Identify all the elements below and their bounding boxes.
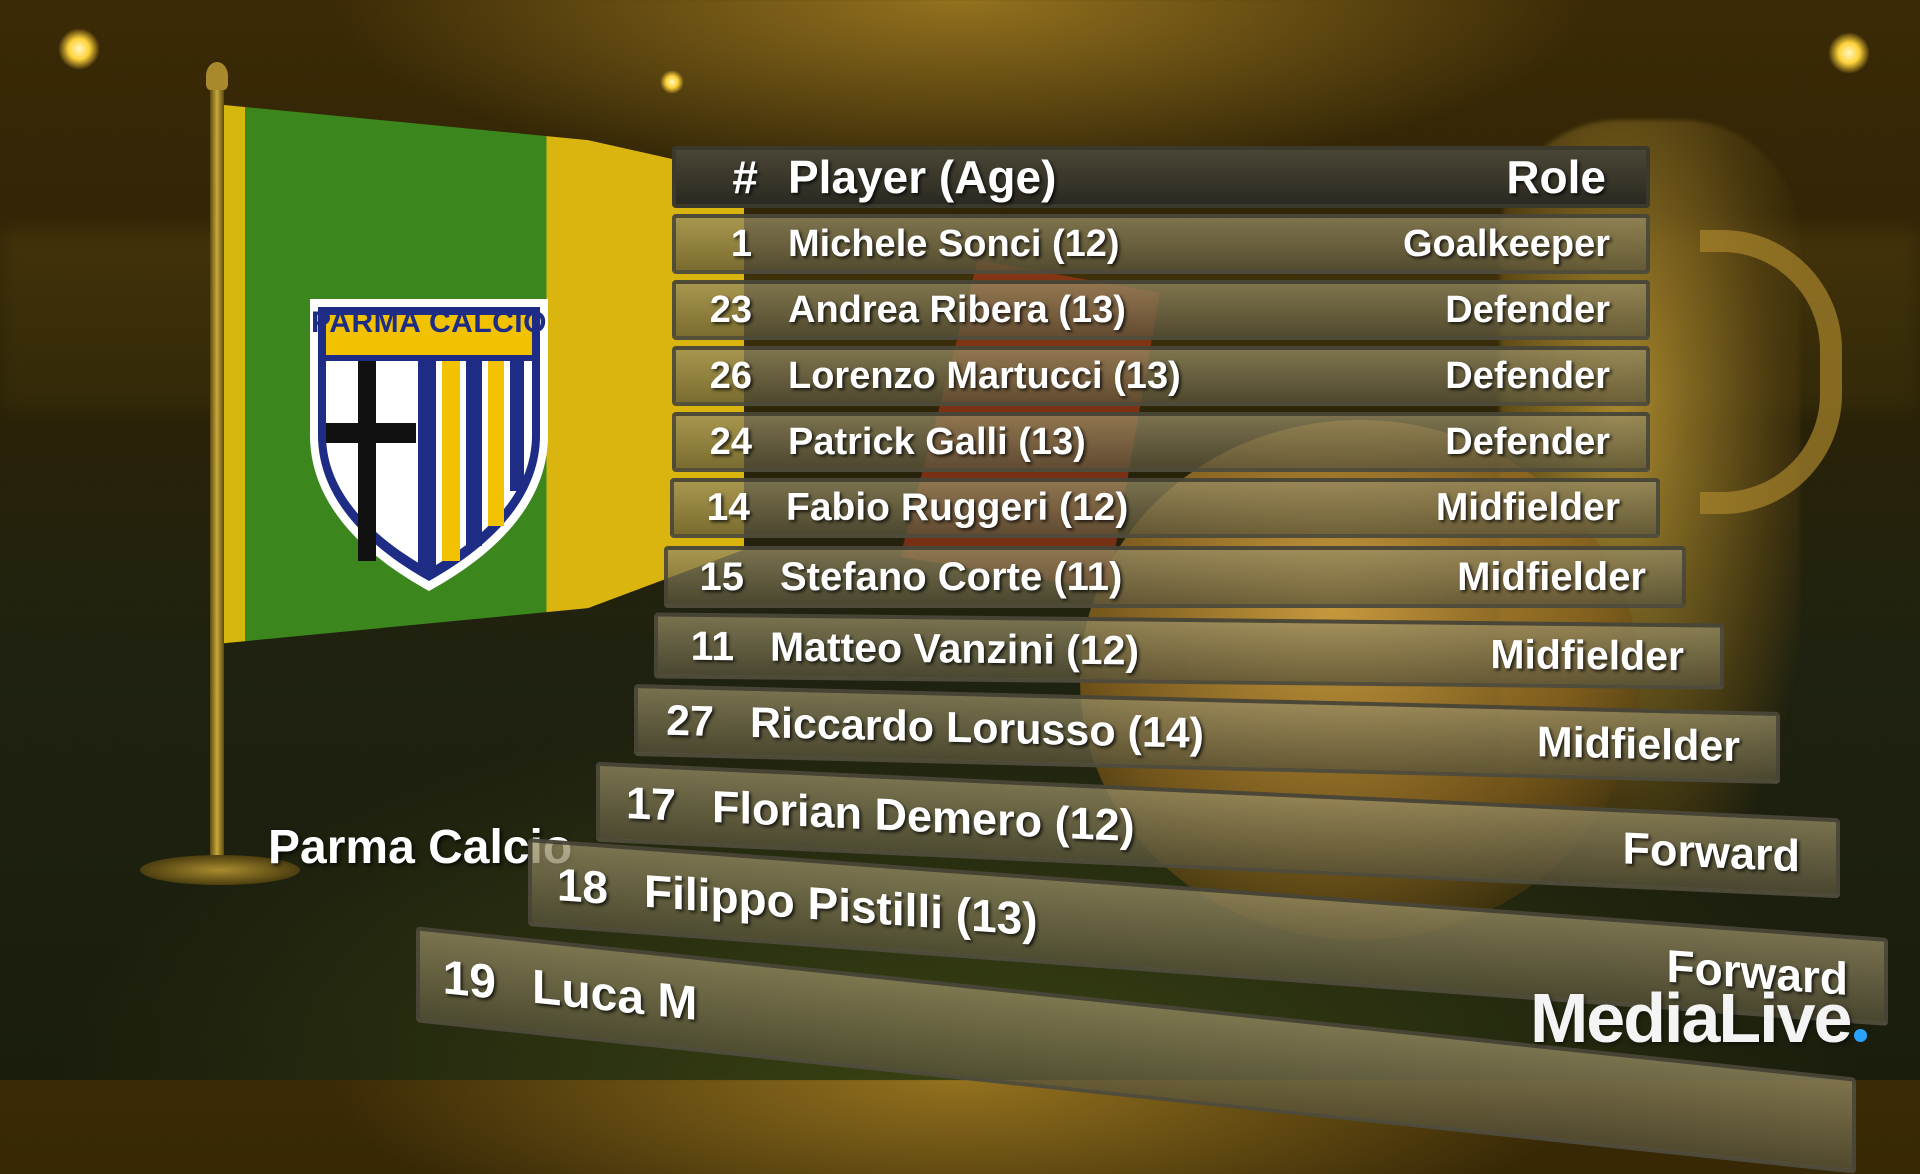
stadium-light-icon (58, 28, 100, 70)
header-role: Role (1506, 151, 1606, 203)
table-row: 24 Patrick Galli (13) Defender (672, 412, 1650, 472)
table-row: 14 Fabio Ruggeri (12) Midfielder (670, 478, 1660, 538)
row-number: 23 (709, 288, 752, 331)
table-row: 26 Lorenzo Martucci (13) Defender (672, 346, 1650, 406)
row-number: 11 (690, 622, 734, 669)
row-player: Stefano Corte (11) (780, 554, 1123, 599)
row-number: 18 (556, 858, 608, 914)
row-number: 27 (666, 696, 714, 746)
stadium-light-icon (660, 70, 684, 94)
row-number: 24 (709, 420, 752, 463)
row-player: Lorenzo Martucci (13) (788, 354, 1181, 397)
watermark-dot-icon (1854, 1029, 1868, 1042)
flag-pole-finial (206, 62, 228, 90)
stadium-light-icon (1828, 32, 1870, 74)
row-player: Andrea Ribera (13) (788, 288, 1126, 331)
row-player: Matteo Vanzini (12) (770, 623, 1140, 673)
row-number: 19 (442, 950, 496, 1010)
flag-pole (210, 80, 224, 860)
table-row: 15 Stefano Corte (11) Midfielder (664, 546, 1686, 608)
watermark-text: MediaLive (1530, 979, 1852, 1057)
team-name-caption: Parma Calcio (268, 821, 573, 874)
row-number: 15 (699, 554, 745, 599)
row-role: Defender (1445, 354, 1610, 397)
table-row: 23 Andrea Ribera (13) Defender (672, 280, 1650, 340)
row-number: 17 (625, 777, 676, 831)
parma-crest-icon (310, 299, 548, 591)
table-row: 11 Matteo Vanzini (12) Midfielder (654, 612, 1724, 690)
table-row: 1 Michele Sonci (12) Goalkeeper (672, 214, 1650, 274)
row-role: Midfielder (1490, 630, 1684, 679)
medialive-watermark: MediaLive (1530, 978, 1868, 1058)
header-player: Player (Age) (788, 151, 1057, 203)
row-role: Forward (1622, 822, 1800, 882)
row-player: Luca M (532, 960, 698, 1031)
row-role: Defender (1445, 420, 1610, 463)
row-role: Goalkeeper (1403, 222, 1610, 265)
table-header: # Player (Age) Role (672, 146, 1650, 208)
row-player: Michele Sonci (12) (788, 222, 1120, 265)
row-player: Riccardo Lorusso (14) (750, 698, 1204, 758)
row-player: Filippo Pistilli (13) (644, 864, 1038, 946)
row-number: 14 (706, 486, 750, 529)
row-role: Defender (1445, 288, 1610, 331)
row-role: Midfielder (1457, 554, 1646, 599)
row-number: 26 (709, 354, 752, 397)
row-role: Midfielder (1536, 717, 1740, 771)
crest-label: PARMA CALCIO (311, 306, 547, 339)
row-role: Midfielder (1435, 486, 1620, 529)
row-player: Florian Demero (12) (712, 781, 1135, 852)
row-player: Patrick Galli (13) (788, 420, 1086, 463)
row-player: Fabio Ruggeri (12) (786, 486, 1129, 529)
header-number: # (732, 151, 758, 203)
row-number: 1 (730, 222, 752, 265)
